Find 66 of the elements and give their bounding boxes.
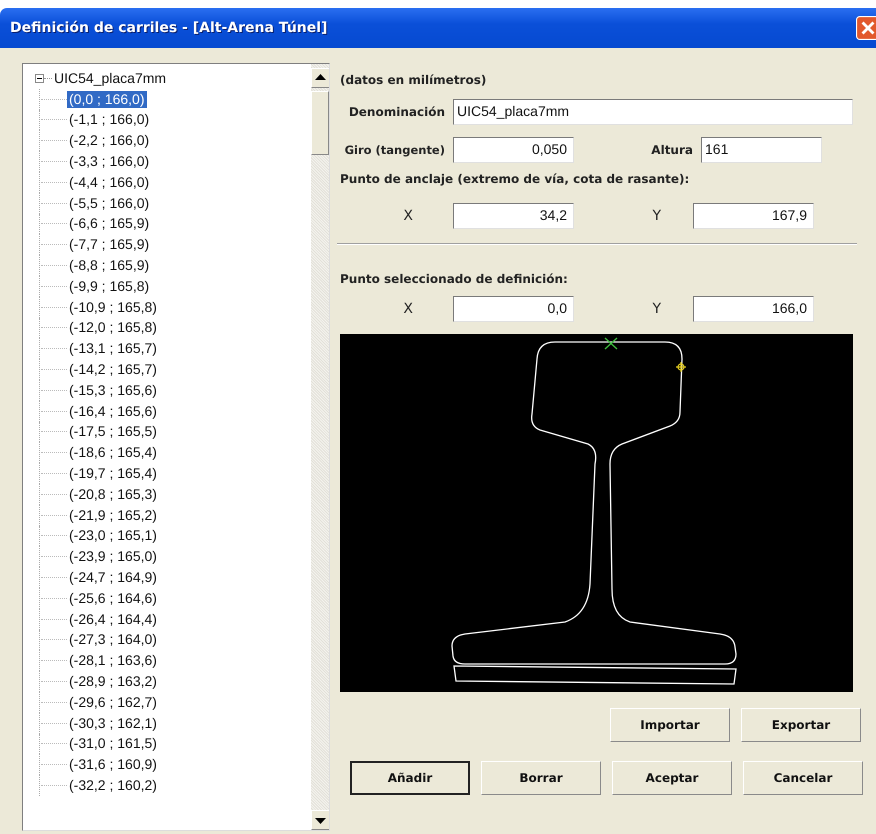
- tree-node[interactable]: (-1,1 ; 166,0): [67, 111, 152, 128]
- tree-node[interactable]: (-12,0 ; 165,8): [67, 319, 159, 336]
- dialog-button[interactable]: Cancelar: [743, 761, 863, 795]
- tree-node[interactable]: (-26,4 ; 164,4): [67, 610, 159, 628]
- collapse-icon[interactable]: [35, 74, 44, 83]
- tree-node[interactable]: (-9,9 ; 165,8): [67, 278, 152, 295]
- tree-node[interactable]: (-8,8 ; 165,9): [67, 257, 152, 274]
- tree-node[interactable]: (-28,9 ; 163,2): [67, 673, 159, 690]
- section-heading: Punto de anclaje (extremo de vía, cota de rasante):: [340, 172, 690, 188]
- tree-node[interactable]: (-10,9 ; 165,8): [67, 298, 159, 316]
- tree-node[interactable]: (-16,4 ; 165,6): [67, 402, 159, 420]
- tree-node[interactable]: (-30,3 ; 162,1): [67, 714, 159, 732]
- units-note: (datos en milímetros): [340, 72, 488, 89]
- field-label: Giro (tangente): [344, 143, 446, 157]
- tree-node[interactable]: (-6,6 ; 165,9): [67, 215, 152, 232]
- close-button[interactable]: [856, 16, 876, 40]
- field-label: Denominación: [348, 105, 446, 119]
- tree-node[interactable]: (-15,3 ; 165,6): [67, 382, 159, 399]
- tree-node[interactable]: (-19,7 ; 165,4): [67, 465, 159, 482]
- scroll-up-button[interactable]: [311, 68, 329, 88]
- tree-node[interactable]: (-23,0 ; 165,1): [67, 527, 159, 544]
- section-heading: Punto seleccionado de definición:: [340, 272, 569, 288]
- window-title: Definición de carriles - [Alt-Arena Túnel]: [10, 20, 328, 36]
- tree-node[interactable]: (-5,5 ; 166,0): [67, 194, 152, 212]
- point-y-field[interactable]: 166,0: [693, 296, 814, 322]
- dialog-button[interactable]: Aceptar: [612, 761, 732, 795]
- dialog-button[interactable]: Importar: [610, 708, 730, 742]
- tree-node[interactable]: (-27,3 ; 164,0): [67, 631, 159, 648]
- tree-node[interactable]: (-28,1 ; 163,6): [67, 652, 159, 670]
- anchor-point-icon: [675, 361, 687, 373]
- name-field[interactable]: UIC54_placa7mm: [453, 99, 853, 125]
- scroll-thumb[interactable]: [311, 91, 329, 155]
- dialog-button[interactable]: Borrar: [481, 761, 601, 795]
- height-field[interactable]: 161: [701, 137, 822, 163]
- tree-node[interactable]: (-31,0 ; 161,5): [67, 735, 159, 752]
- tree-node[interactable]: (0,0 ; 166,0): [67, 90, 146, 108]
- point-x-field[interactable]: 0,0: [453, 296, 574, 322]
- tree-node[interactable]: (-18,6 ; 165,4): [67, 444, 159, 462]
- selected-point-icon: [604, 337, 618, 350]
- tree-node[interactable]: (-25,6 ; 164,6): [67, 590, 159, 607]
- tree-node[interactable]: UIC54_placa7mm: [52, 70, 168, 87]
- dialog-button[interactable]: Exportar: [741, 708, 861, 742]
- anchor-x-field[interactable]: 34,2: [453, 203, 574, 229]
- tree-node[interactable]: (-7,7 ; 165,9): [67, 236, 152, 254]
- anchor-y-field[interactable]: 167,9: [693, 203, 814, 229]
- dialog-button[interactable]: Añadir: [350, 761, 470, 795]
- field-label: X: [402, 301, 414, 317]
- tree-node[interactable]: (-31,6 ; 160,9): [67, 756, 159, 774]
- field-label: Y: [651, 301, 662, 317]
- field-label: Y: [651, 208, 662, 224]
- tree-node[interactable]: (-32,2 ; 160,2): [67, 776, 159, 794]
- tree-node[interactable]: (-2,2 ; 166,0): [67, 132, 152, 150]
- tree-node[interactable]: (-21,9 ; 165,2): [67, 506, 159, 524]
- tree-node[interactable]: (-29,6 ; 162,7): [67, 694, 159, 711]
- tree-node[interactable]: (-14,2 ; 165,7): [67, 361, 159, 378]
- tree-node[interactable]: (-3,3 ; 166,0): [67, 153, 152, 170]
- scroll-down-button[interactable]: [311, 810, 329, 830]
- field-label: Altura: [650, 143, 694, 157]
- tree-node[interactable]: (-4,4 ; 166,0): [67, 174, 152, 191]
- field-label: X: [402, 208, 414, 224]
- tree-node[interactable]: (-24,7 ; 164,9): [67, 569, 159, 586]
- tree-node[interactable]: (-23,9 ; 165,0): [67, 548, 159, 566]
- tree-node[interactable]: (-20,8 ; 165,3): [67, 486, 159, 503]
- tree-node[interactable]: (-17,5 ; 165,5): [67, 423, 159, 440]
- rotation-field[interactable]: 0,050: [453, 137, 574, 163]
- tree-node[interactable]: (-13,1 ; 165,7): [67, 340, 159, 358]
